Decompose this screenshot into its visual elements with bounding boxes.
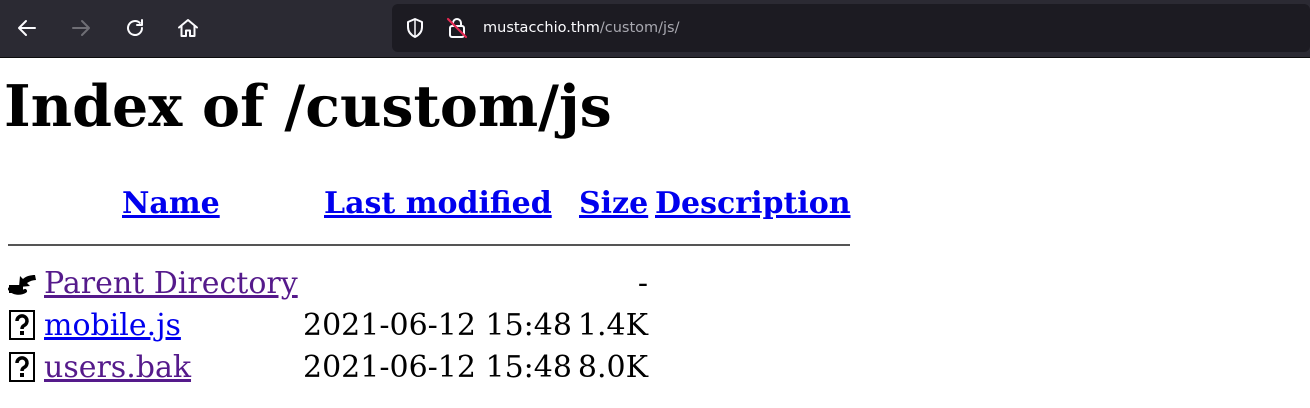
- file-modified: 2021-06-12 15:48: [303, 308, 572, 343]
- page-content: Index of /custom/js Name Last modified S…: [0, 58, 1310, 408]
- sort-by-description-link[interactable]: Description: [655, 186, 851, 221]
- shield-icon[interactable]: [403, 16, 427, 40]
- parent-directory-link[interactable]: Parent Directory: [44, 266, 298, 301]
- sort-by-name-link[interactable]: Name: [122, 186, 220, 221]
- sort-by-last-modified-link[interactable]: Last modified: [324, 186, 552, 221]
- file-link-mobile-js[interactable]: mobile.js: [44, 308, 181, 343]
- reload-button[interactable]: [117, 10, 153, 46]
- back-button[interactable]: [9, 10, 45, 46]
- browser-toolbar: mustacchio.thm/custom/js/: [0, 0, 1310, 58]
- file-size: 8.0K: [577, 350, 648, 385]
- url-text[interactable]: mustacchio.thm/custom/js/: [483, 20, 679, 36]
- reload-icon: [127, 19, 143, 36]
- file-modified: 2021-06-12 15:48: [303, 350, 572, 385]
- url-path: /custom/js/: [599, 20, 680, 36]
- home-button[interactable]: [170, 10, 206, 46]
- url-host: mustacchio.thm: [483, 20, 600, 36]
- file-link-users-bak[interactable]: users.bak: [44, 350, 191, 385]
- file-size: 1.4K: [577, 308, 648, 343]
- home-icon: [178, 19, 198, 37]
- file-size: -: [637, 266, 648, 301]
- url-bar[interactable]: mustacchio.thm/custom/js/: [392, 4, 1310, 52]
- forward-button[interactable]: [63, 10, 99, 46]
- unknown-file-icon: [9, 352, 35, 382]
- insecure-lock-icon[interactable]: [445, 16, 469, 40]
- unknown-file-icon: [9, 310, 35, 340]
- sort-by-size-link[interactable]: Size: [579, 186, 648, 221]
- header-divider: [8, 244, 850, 246]
- back-folder-icon: [8, 275, 36, 295]
- forward-arrow-icon: [72, 20, 90, 36]
- page-title: Index of /custom/js: [4, 73, 612, 140]
- back-arrow-icon: [18, 20, 36, 36]
